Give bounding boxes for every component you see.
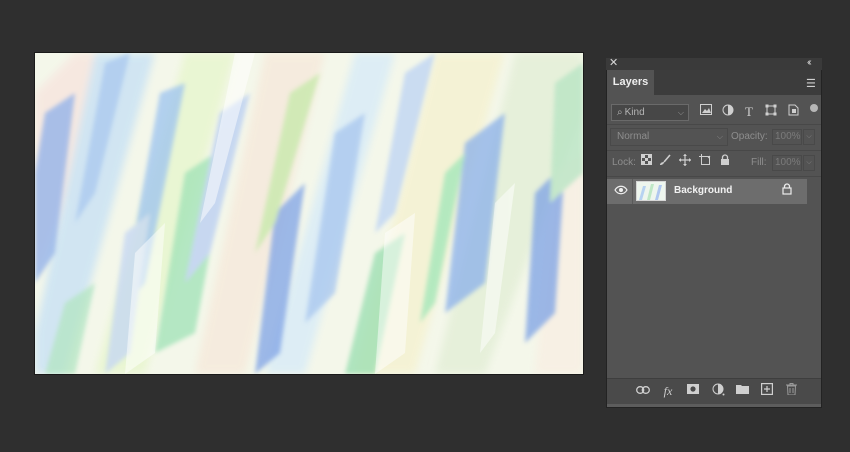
adjustment-filter-icon[interactable] [720, 104, 736, 120]
opacity-dropdown-arrow[interactable]: ⌵ [803, 129, 815, 145]
lock-all-icon[interactable] [717, 154, 733, 170]
fx-icon[interactable]: fx [660, 383, 676, 399]
tab-layers[interactable]: Layers [607, 70, 654, 95]
filter-kind-select[interactable]: ⌕ Kind ⌵ [611, 104, 689, 121]
fill-dropdown-arrow[interactable]: ⌵ [803, 155, 815, 171]
blend-mode-value: Normal [617, 131, 650, 142]
add-mask-icon[interactable] [685, 383, 701, 399]
lock-image-pixels-icon[interactable] [657, 154, 673, 170]
smart-object-filter-icon[interactable] [785, 104, 801, 120]
lock-label: Lock: [612, 157, 636, 168]
fill-field[interactable]: 100% [772, 155, 802, 171]
lock-transparent-pixels-icon[interactable] [638, 154, 654, 170]
blend-mode-select[interactable]: Normal ⌵ [610, 128, 728, 146]
chevron-down-icon: ⌵ [677, 108, 684, 117]
lock-artboard-icon[interactable] [697, 154, 713, 170]
lock-position-icon[interactable] [677, 154, 693, 170]
divider [632, 179, 633, 204]
new-group-icon[interactable] [734, 383, 750, 399]
eye-visibility-icon[interactable] [614, 184, 628, 198]
link-layers-icon[interactable] [635, 383, 651, 399]
hamburger-menu-icon[interactable]: ☰ [806, 77, 816, 90]
divider [607, 176, 821, 177]
opacity-label: Opacity: [731, 131, 768, 142]
type-filter-icon[interactable]: T [741, 104, 757, 120]
filter-kind-label: Kind [624, 107, 645, 118]
layer-thumbnail [636, 181, 666, 201]
close-panel-icon[interactable]: ✕ [609, 57, 618, 69]
layer-lock-icon [780, 183, 794, 198]
fill-label: Fill: [751, 157, 767, 168]
new-adjustment-layer-icon[interactable] [710, 383, 726, 399]
collapse-panel-icon[interactable]: ‹‹ [807, 57, 811, 69]
filter-toggle-switch[interactable] [810, 104, 818, 112]
delete-layer-icon[interactable] [783, 383, 799, 399]
opacity-field[interactable]: 100% [772, 129, 802, 145]
layer-name: Background [674, 185, 733, 196]
panel-title-strip [606, 58, 822, 70]
panel-resize-strip[interactable] [607, 404, 821, 407]
chevron-down-icon: ⌵ [716, 132, 723, 141]
new-layer-icon[interactable] [759, 383, 775, 399]
divider [607, 150, 821, 151]
divider [607, 124, 821, 125]
shape-filter-icon[interactable] [763, 104, 779, 120]
watercolor-artwork [35, 53, 583, 374]
document-canvas[interactable] [34, 52, 584, 375]
image-filter-icon[interactable] [698, 104, 714, 120]
search-icon: ⌕ [617, 107, 623, 118]
